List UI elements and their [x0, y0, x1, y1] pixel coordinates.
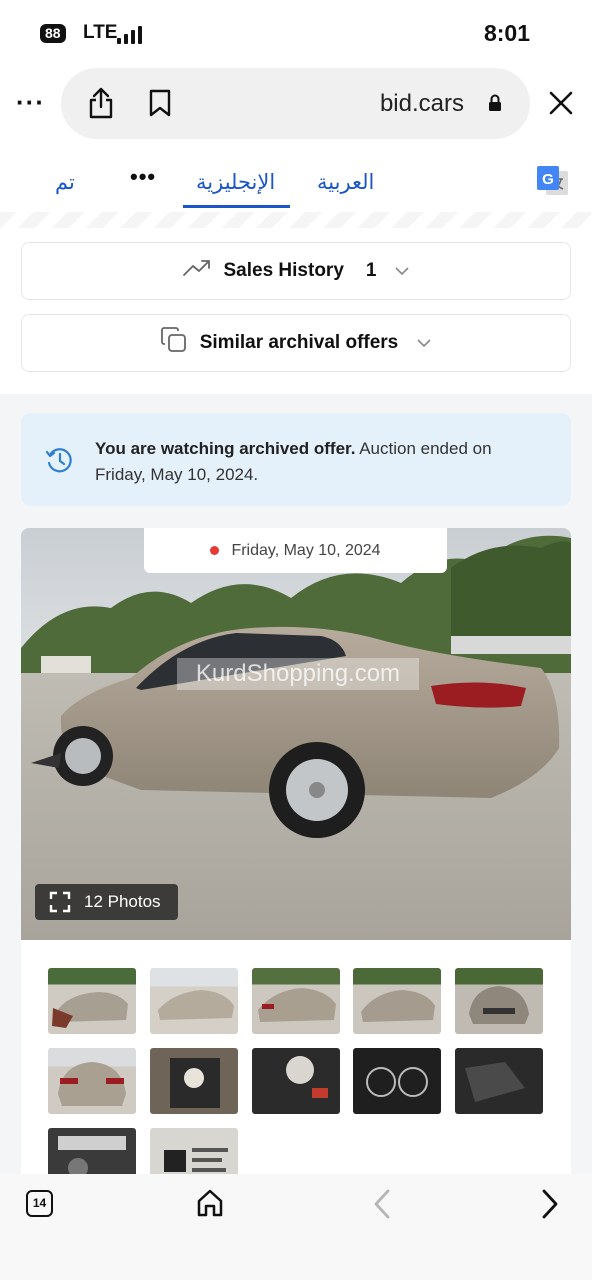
thumbnail-5[interactable] [455, 968, 543, 1034]
thumbnail-2[interactable] [150, 968, 238, 1034]
tab-arabic[interactable]: العربية [317, 170, 374, 195]
translate-bar: تم ••• الإنجليزية العربية [0, 150, 592, 212]
sales-history-label: Sales History [223, 260, 344, 281]
clock: 8:01 [483, 20, 530, 46]
sales-history-count: 1 [365, 260, 377, 281]
thumbnail-grid [21, 940, 571, 1194]
chevron-down-icon [394, 260, 410, 282]
photo-watermark: KurdShopping.com [177, 658, 419, 690]
signal-icon [117, 26, 142, 44]
fullscreen-icon [49, 891, 71, 913]
network-label: LTE [83, 22, 118, 43]
tabs-button[interactable]: 14 [26, 1190, 53, 1217]
thumbnail-3[interactable] [252, 968, 340, 1034]
sales-history-card[interactable]: Sales History 1 [21, 242, 571, 300]
address-bar[interactable]: bid.cars [61, 68, 530, 139]
translate-done-button[interactable]: تم [55, 170, 75, 195]
thumbnail-10[interactable] [455, 1048, 543, 1114]
tab-english[interactable]: الإنجليزية [196, 170, 275, 195]
thumbnail-9[interactable] [353, 1048, 441, 1114]
battery-indicator: 88 [40, 24, 66, 43]
photos-count-button[interactable]: 12 Photos [35, 884, 178, 920]
active-tab-underline [183, 205, 290, 208]
domain-label[interactable]: bid.cars [380, 90, 464, 118]
thumbnail-4[interactable] [353, 968, 441, 1034]
auction-date: Friday, May 10, 2024 [231, 541, 381, 559]
copy-icon [160, 326, 188, 360]
chevron-down-icon [416, 332, 432, 354]
back-arrow-icon[interactable] [372, 1188, 392, 1225]
main-vehicle-photo[interactable]: Friday, May 10, 2024 KurdShopping.com 12… [21, 528, 571, 940]
archive-notice-text: You are watching archived offer. Auction… [95, 439, 492, 484]
photos-count-label: 12 Photos [84, 892, 161, 911]
similar-offers-card[interactable]: Similar archival offers [21, 314, 571, 372]
trending-up-icon [182, 258, 212, 284]
status-dot [210, 546, 220, 555]
thumbnail-6[interactable] [48, 1048, 136, 1114]
thumbnail-8[interactable] [252, 1048, 340, 1114]
history-icon [45, 446, 73, 479]
share-icon[interactable] [87, 86, 115, 125]
similar-offers-label: Similar archival offers [199, 332, 399, 353]
thumbnail-1[interactable] [48, 968, 136, 1034]
bookmark-icon[interactable] [148, 89, 172, 122]
home-icon[interactable] [196, 1188, 224, 1223]
ellipsis-icon[interactable]: ··· [16, 89, 45, 115]
auction-date-chip: Friday, May 10, 2024 [144, 528, 447, 573]
translate-more-button[interactable]: ••• [130, 164, 156, 190]
lock-icon [488, 94, 502, 117]
browser-toolbar: 14 [0, 1174, 592, 1280]
status-bar: 88 LTE 8:01 [0, 0, 592, 66]
forward-arrow-icon[interactable] [540, 1188, 560, 1225]
thumbnail-7[interactable] [150, 1048, 238, 1114]
google-translate-icon[interactable]: G [536, 165, 570, 202]
close-icon[interactable] [548, 90, 574, 121]
svg-text:G: G [542, 171, 554, 188]
archive-notice: You are watching archived offer. Auction… [21, 413, 571, 506]
page-edge-divider [0, 212, 592, 228]
